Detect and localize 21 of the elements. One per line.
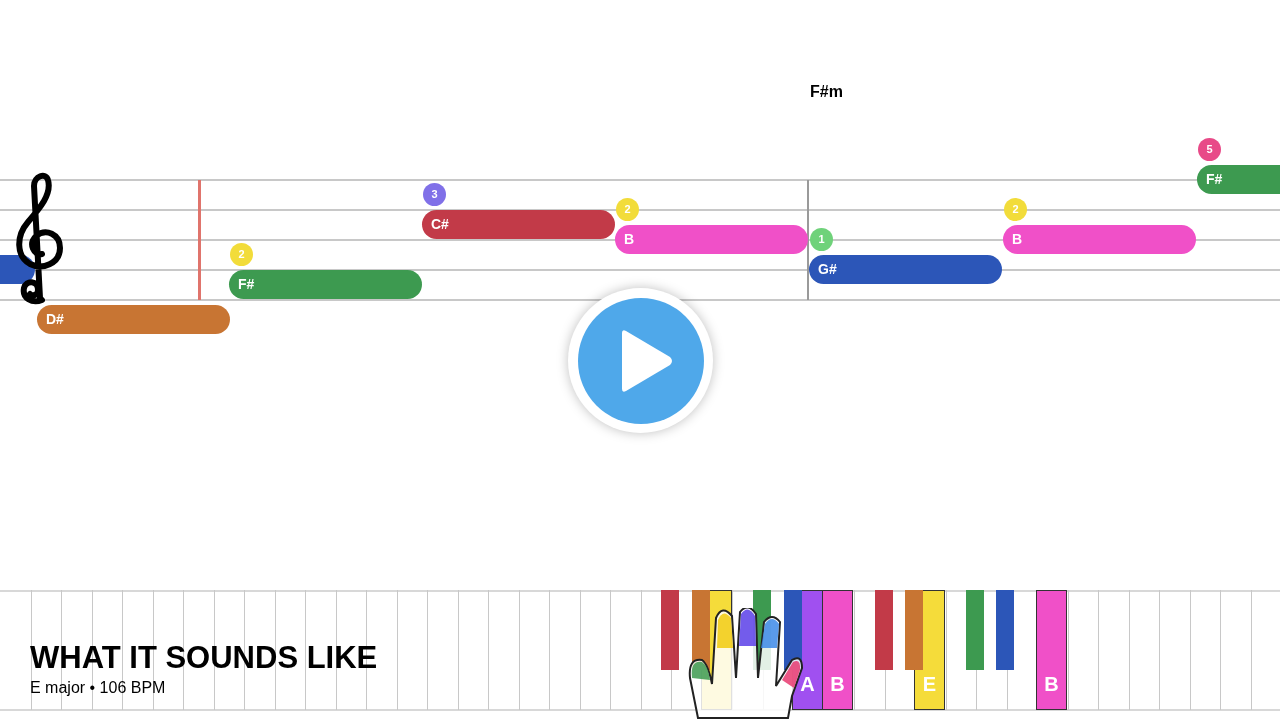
finger-number: 2 bbox=[616, 198, 639, 221]
song-title: WHAT IT SOUNDS LIKE bbox=[30, 640, 378, 676]
pressed-natural-key[interactable]: B bbox=[1036, 590, 1067, 710]
note-bar: B bbox=[1003, 225, 1196, 254]
note-bar: C# bbox=[422, 210, 615, 239]
note-bar: D# bbox=[37, 305, 230, 334]
finger-number: 2 bbox=[230, 243, 253, 266]
finger-number: 1 bbox=[810, 228, 833, 251]
pressed-sharp-key[interactable] bbox=[784, 590, 802, 670]
pressed-natural-key[interactable]: B bbox=[822, 590, 853, 710]
play-button[interactable] bbox=[568, 288, 713, 433]
chord-label: F#m bbox=[810, 82, 843, 102]
note-bar: F# bbox=[229, 270, 422, 299]
song-info: E major • 106 BPM bbox=[30, 678, 166, 698]
finger-number: 5 bbox=[1198, 138, 1221, 161]
finger-number: 3 bbox=[423, 183, 446, 206]
finger-number: 2 bbox=[1004, 198, 1027, 221]
pressed-sharp-key[interactable] bbox=[692, 590, 710, 670]
note-bar: F# bbox=[1197, 165, 1280, 194]
note-bar: B bbox=[615, 225, 808, 254]
note-bar: G# bbox=[809, 255, 1002, 284]
